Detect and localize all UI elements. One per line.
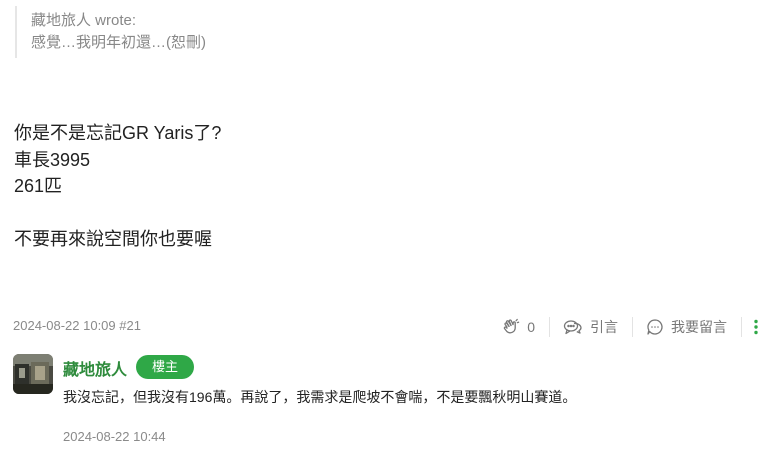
post-body: 你是不是忘記GR Yaris了? 車長3995 261匹 不要再來說空間你也要喔 xyxy=(14,120,221,253)
post-actions: 0 引言 我要留言 xyxy=(502,312,780,342)
reply-timestamp: 2024-08-22 10:44 xyxy=(63,429,166,444)
more-vertical-icon xyxy=(754,319,758,335)
quote-button[interactable]: 引言 xyxy=(549,312,632,342)
quote-text: 感覺…我明年初還…(恕刪) xyxy=(31,34,206,51)
like-button[interactable]: 0 xyxy=(502,312,549,342)
reply-text: 我沒忘記，但我沒有196萬。再說了，我需求是爬坡不會喘，不是要飄秋明山賽道。 xyxy=(63,389,577,405)
avatar[interactable] xyxy=(13,354,53,394)
reply-author[interactable]: 藏地旅人 xyxy=(63,356,127,380)
post-footer: 2024-08-22 10:09 #21 0 引言 我要留言 xyxy=(0,312,780,342)
quote-label: 引言 xyxy=(590,319,618,335)
post-line: 不要再來說空間你也要喔 xyxy=(14,229,212,249)
quote-author: 藏地旅人 wrote: xyxy=(31,12,137,29)
post-line: 你是不是忘記GR Yaris了? xyxy=(14,123,222,143)
like-count: 0 xyxy=(527,319,535,335)
comment-bubble-icon xyxy=(647,319,663,335)
quote-chat-icon xyxy=(563,320,582,335)
clap-icon xyxy=(503,318,520,334)
comment-label: 我要留言 xyxy=(671,319,727,335)
post-line xyxy=(14,200,221,227)
op-badge: 樓主 xyxy=(136,355,194,379)
quote-block: 藏地旅人 wrote: 感覺…我明年初還…(恕刪) xyxy=(15,6,206,58)
post-meta: 2024-08-22 10:09 #21 xyxy=(13,318,141,333)
more-options-button[interactable] xyxy=(741,312,780,342)
post-line: 261匹 xyxy=(14,176,63,196)
comment-button[interactable]: 我要留言 xyxy=(632,312,741,342)
post-line: 車長3995 xyxy=(14,149,91,170)
